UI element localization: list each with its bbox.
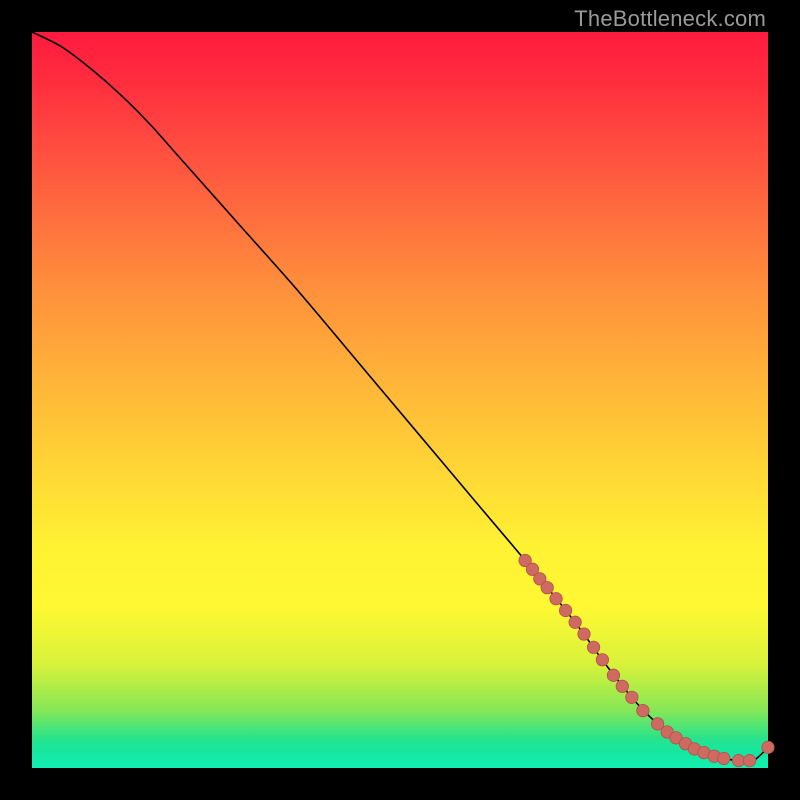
data-marker	[607, 669, 619, 681]
data-marker	[569, 616, 581, 628]
data-marker	[743, 754, 755, 766]
data-marker	[637, 704, 649, 716]
data-marker	[550, 593, 562, 605]
data-marker	[626, 691, 638, 703]
bottleneck-curve	[32, 32, 768, 762]
data-marker	[559, 604, 571, 616]
data-marker	[541, 581, 553, 593]
data-markers	[519, 554, 774, 767]
chart-frame: TheBottleneck.com	[0, 0, 800, 800]
data-marker	[718, 752, 730, 764]
data-marker	[616, 680, 628, 692]
chart-overlay	[32, 32, 768, 768]
watermark-label: TheBottleneck.com	[574, 6, 766, 32]
data-marker	[587, 641, 599, 653]
data-marker	[596, 654, 608, 666]
data-marker	[762, 741, 774, 753]
data-marker	[578, 628, 590, 640]
data-marker	[732, 754, 744, 766]
